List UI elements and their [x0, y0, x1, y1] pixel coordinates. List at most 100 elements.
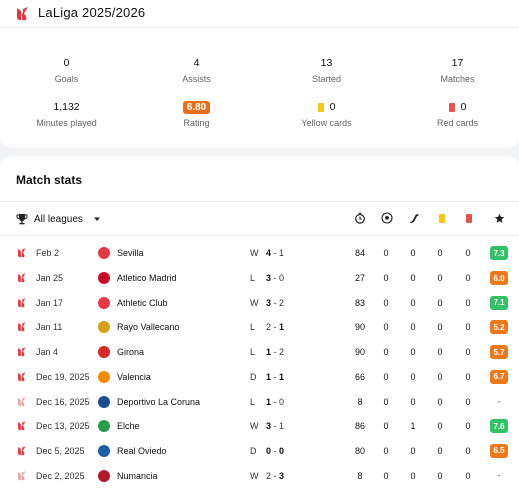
opponent-name: Numancia — [117, 470, 158, 481]
match-score: 2 - 3 — [266, 471, 284, 481]
match-result: D — [250, 371, 257, 382]
team-crest-icon — [98, 321, 110, 334]
competition-laliga-icon — [16, 347, 27, 358]
stat-red-cards: 0 Red cards — [393, 100, 519, 128]
assists-value: 0 — [410, 371, 416, 382]
stat-started: 13 Started — [262, 56, 391, 84]
red-cards-value: 0 — [465, 297, 471, 308]
match-rating-badge: 5.2 — [490, 320, 508, 335]
match-score: 1 - 0 — [266, 397, 284, 407]
minutes-played: 66 — [354, 371, 365, 382]
match-result: W — [250, 248, 259, 259]
assists-value: 0 — [410, 248, 416, 259]
score-separator: - — [271, 396, 280, 407]
match-date: Feb 2 — [36, 248, 60, 259]
match-date: Dec 5, 2025 — [36, 445, 85, 456]
red-card-icon — [463, 212, 475, 224]
opponent-name: Atletico Madrid — [117, 273, 177, 284]
match-row[interactable]: Jan 17 Athletic Club W 3 - 2 83 0 0 0 0 7.1 — [0, 290, 519, 315]
minutes-played: 8 — [357, 470, 363, 481]
stat-matches-value: 17 — [451, 57, 464, 69]
red-cards-value: 0 — [465, 273, 471, 284]
league-filter-label: All leagues — [34, 213, 83, 225]
match-row[interactable]: Jan 4 Girona L 1 - 2 90 0 0 0 0 5.7 — [0, 340, 519, 365]
match-row[interactable]: Dec 2, 2025 Numancia W 2 - 3 8 0 0 0 0 - — [0, 463, 519, 488]
match-score: 3 - 2 — [266, 298, 284, 308]
match-row[interactable]: Feb 2 Sevilla W 4 - 1 84 0 0 0 0 7.3 — [0, 241, 519, 266]
match-row[interactable]: Jan 11 Rayo Vallecano L 2 - 1 90 0 0 0 0 5.2 — [0, 315, 519, 340]
match-row[interactable]: Dec 5, 2025 Real Oviedo D 0 - 0 80 0 0 0 0 6.5 — [0, 439, 519, 464]
opponent-name: Valencia — [117, 371, 151, 382]
match-result: L — [250, 322, 256, 333]
stat-started-label: Started — [311, 74, 342, 84]
assists-icon — [408, 212, 420, 224]
opponent-name: Elche — [117, 421, 140, 432]
match-result: L — [250, 273, 256, 284]
team-crest-icon — [98, 395, 110, 408]
stat-goals-label: Goals — [54, 74, 79, 84]
team-crest-icon — [98, 296, 110, 309]
stat-assists-label: Assists — [182, 74, 211, 84]
red-cards-value: 0 — [465, 396, 471, 407]
minutes-played: 84 — [354, 248, 365, 259]
minutes-played: 90 — [354, 322, 365, 333]
goals-value: 0 — [383, 248, 389, 259]
goals-value: 0 — [383, 396, 389, 407]
match-date: Jan 17 — [36, 297, 64, 308]
match-row[interactable]: Dec 16, 2025 Deportivo La Coruna L 1 - 0 8 0 0… — [0, 389, 519, 414]
competition-laliga-icon — [16, 445, 27, 456]
team-crest-icon — [98, 469, 110, 482]
stat-yellow-label: Yellow cards — [301, 118, 352, 128]
stat-goals-value: 0 — [63, 57, 70, 69]
minutes-played: 27 — [354, 273, 365, 284]
match-rating-badge: 6.7 — [490, 369, 508, 384]
yellow-cards-value: 0 — [437, 396, 443, 407]
yellow-cards-value: 0 — [437, 347, 443, 358]
yellow-cards-value: 0 — [437, 470, 443, 481]
competition-laliga-icon — [16, 421, 27, 432]
match-row[interactable]: Dec 13, 2025 Elche W 3 - 1 86 0 1 0 0 7.6 — [0, 414, 519, 439]
match-rating-badge: 7.1 — [490, 295, 508, 310]
yellow-card-icon — [436, 212, 448, 224]
minutes-played-icon — [354, 212, 366, 224]
team-crest-icon — [98, 444, 110, 457]
match-row[interactable]: Dec 19, 2025 Valencia D 1 - 1 66 0 0 0 0 6.7 — [0, 365, 519, 390]
assists-value: 0 — [410, 470, 416, 481]
minutes-played: 8 — [357, 396, 363, 407]
goals-value: 0 — [383, 371, 389, 382]
match-rating-badge: 6.5 — [490, 443, 508, 458]
stat-minutes: 1,132 Minutes played — [2, 100, 131, 128]
score-separator: - — [271, 421, 280, 432]
goals-icon — [381, 212, 393, 224]
match-row[interactable]: Jan 25 Atletico Madrid L 3 - 0 27 0 0 0 0 6.0 — [0, 266, 519, 291]
stat-rating: 6.80 Rating — [132, 100, 261, 128]
score-separator: - — [271, 322, 280, 333]
trophy-icon — [16, 214, 28, 225]
match-result: L — [250, 347, 256, 358]
match-rating-badge: - — [497, 397, 501, 407]
yellow-cards-value: 0 — [437, 322, 443, 333]
opponent-name: Athletic Club — [117, 297, 168, 308]
assists-value: 0 — [410, 445, 416, 456]
match-date: Dec 19, 2025 — [36, 371, 90, 382]
stat-minutes-value: 1,132 — [53, 101, 80, 113]
stat-assists: 4 Assists — [132, 56, 261, 84]
minutes-played: 80 — [354, 445, 365, 456]
assists-value: 0 — [410, 273, 416, 284]
stat-assists-value: 4 — [193, 57, 200, 69]
stat-matches-label: Matches — [440, 74, 475, 84]
score-away: 1 — [279, 248, 285, 259]
match-rating-badge: 7.3 — [490, 246, 508, 261]
opponent-name: Real Oviedo — [117, 445, 167, 456]
team-crest-icon — [98, 272, 110, 285]
stat-minutes-label: Minutes played — [36, 118, 97, 128]
match-score: 2 - 1 — [266, 322, 284, 332]
divider — [0, 201, 519, 202]
score-away: 3 — [279, 470, 285, 481]
score-away: 1 — [279, 421, 285, 432]
match-rating-badge: - — [497, 471, 501, 481]
stat-started-value: 13 — [320, 57, 333, 69]
league-header[interactable]: LaLiga 2025/2026 — [0, 0, 519, 28]
league-title: LaLiga 2025/2026 — [38, 5, 146, 20]
league-filter-dropdown[interactable]: All leagues — [16, 211, 101, 227]
